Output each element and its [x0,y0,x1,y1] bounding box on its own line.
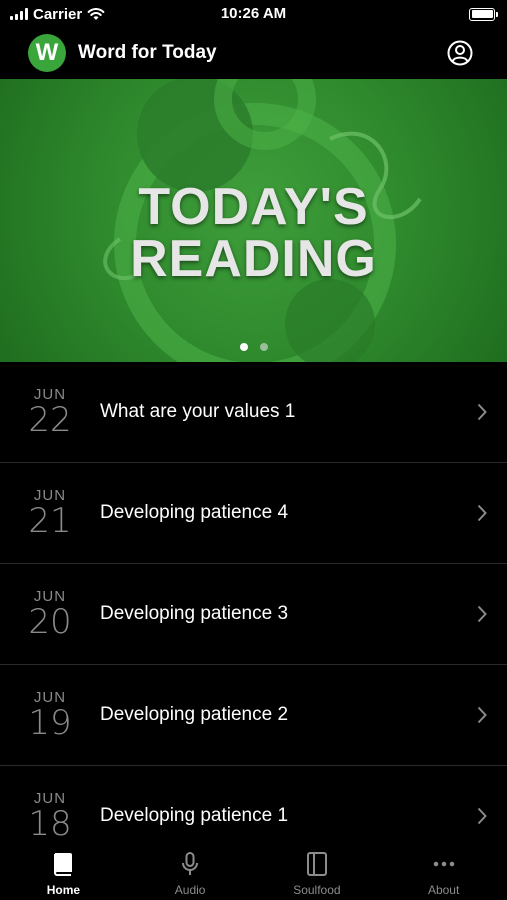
reading-date: JUN 19 [0,690,100,743]
app-logo: W [28,34,66,72]
reading-row[interactable]: JUN 21 Developing patience 4 [0,463,507,564]
battery-icon [469,7,498,21]
reading-title: Developing patience 3 [100,603,289,624]
banner-title-line1: TODAY'S [138,178,369,236]
tab-soulfood-label: Soulfood [293,883,341,897]
reading-title: What are your values 1 [100,401,296,422]
more-dots-icon [433,861,454,867]
reading-date: JUN 22 [0,387,100,440]
reading-day: 19 [28,703,72,743]
reading-day: 21 [28,501,72,541]
page-dot[interactable] [259,343,268,351]
reading-title: Developing patience 2 [100,704,289,725]
tab-about[interactable]: About [380,843,507,900]
book-icon [54,853,73,876]
status-time: 10:26 AM [220,5,287,22]
banner-title-line2: READING [130,230,377,288]
chevron-right-icon [477,504,487,522]
todays-reading-banner[interactable]: TODAY'S READING [0,79,507,362]
microphone-icon [182,852,199,875]
profile-icon[interactable] [447,40,473,66]
reading-title: Developing patience 1 [100,805,289,826]
tab-soulfood[interactable]: Soulfood [254,843,381,900]
status-bar: Carrier 10:26 AM [0,0,507,28]
tab-home-label: Home [46,883,81,897]
reading-row[interactable]: JUN 19 Developing patience 2 [0,665,507,766]
reading-row[interactable]: JUN 22 What are your values 1 [0,362,507,463]
chevron-right-icon [477,706,487,724]
tab-audio-label: Audio [174,883,206,897]
chevron-right-icon [477,403,487,421]
reading-day: 20 [28,602,72,642]
reading-date: JUN 18 [0,791,100,844]
readings-list: JUN 22 What are your values 1 JUN 21 Dev… [0,362,507,867]
app-title: Word for Today [78,42,217,63]
chevron-right-icon [477,807,487,825]
page-indicator[interactable] [0,343,507,351]
tab-home[interactable]: Home [0,843,127,900]
tab-bar: Home Audio Soulfood About [0,843,507,900]
tab-about-label: About [427,883,460,897]
page-dot-active[interactable] [239,343,248,351]
tab-audio[interactable]: Audio [127,843,254,900]
reading-row[interactable]: JUN 20 Developing patience 3 [0,564,507,665]
book-outline-icon [306,852,327,876]
reading-date: JUN 21 [0,488,100,541]
reading-title: Developing patience 4 [100,502,289,523]
nav-bar: W Word for Today [0,28,507,78]
chevron-right-icon [477,605,487,623]
reading-day: 22 [28,400,72,440]
reading-day: 18 [28,804,72,844]
reading-date: JUN 20 [0,589,100,642]
